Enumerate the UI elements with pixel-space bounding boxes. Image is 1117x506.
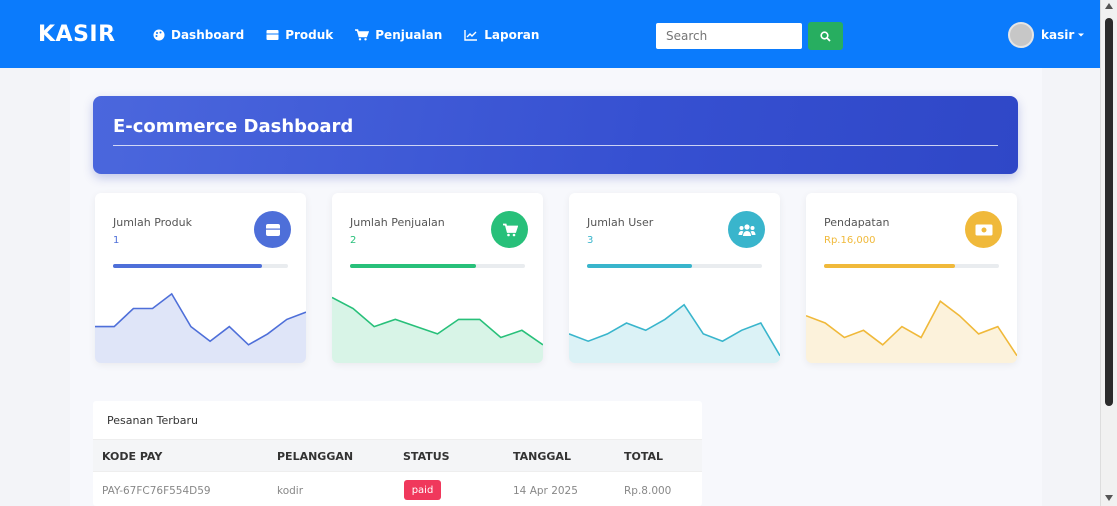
- stat-label: Jumlah User: [587, 216, 654, 229]
- palette-icon: [153, 29, 165, 41]
- cart-icon: [355, 29, 370, 41]
- nav-dashboard[interactable]: Dashboard: [153, 28, 244, 42]
- money-icon: [965, 211, 1002, 248]
- sparkline-area: [569, 304, 780, 363]
- recent-orders-table: Pesanan Terbaru KODE PAY PELANGGAN STATU…: [93, 401, 702, 506]
- user-menu[interactable]: kasir: [1008, 22, 1085, 48]
- scrollbar[interactable]: [1100, 0, 1117, 506]
- cell-total: Rp.8.000: [624, 485, 672, 497]
- progress-track: [587, 264, 762, 268]
- nav-produk-label: Produk: [285, 28, 334, 42]
- cell-kode-pay: PAY-67FC76F554D59: [102, 485, 211, 497]
- brand-logo[interactable]: KASIR: [38, 22, 116, 47]
- column-header: TANGGAL: [513, 450, 571, 463]
- nav-dashboard-label: Dashboard: [171, 28, 245, 42]
- column-header: STATUS: [403, 450, 450, 463]
- stat-value: Rp.16,000: [824, 235, 876, 246]
- navbar: KASIR Dashboard Produk Penjualan Laporan…: [0, 0, 1100, 68]
- page-title: E-commerce Dashboard: [113, 116, 354, 137]
- table-header-row: KODE PAY PELANGGAN STATUS TANGGAL TOTAL: [93, 439, 702, 472]
- progress-track: [824, 264, 999, 268]
- stat-value: 3: [587, 235, 594, 246]
- scroll-down-arrow-icon[interactable]: [1105, 495, 1113, 501]
- stat-card-penjualan: Jumlah Penjualan 2: [332, 193, 543, 363]
- progress-track: [350, 264, 525, 268]
- status-badge: paid: [404, 480, 441, 500]
- progress-bar: [350, 264, 476, 268]
- scroll-thumb[interactable]: [1105, 18, 1113, 406]
- sparkline-chart: [569, 303, 780, 363]
- column-header: KODE PAY: [102, 450, 163, 463]
- nav-penjualan[interactable]: Penjualan: [355, 28, 442, 42]
- stat-label: Pendapatan: [824, 216, 890, 229]
- nav-penjualan-label: Penjualan: [375, 28, 443, 42]
- nav-produk[interactable]: Produk: [266, 28, 333, 42]
- stat-card-produk: Jumlah Produk 1: [95, 193, 306, 363]
- header-divider: [113, 145, 998, 146]
- box-icon: [254, 211, 291, 248]
- users-icon: [728, 211, 765, 248]
- progress-bar: [587, 264, 692, 268]
- progress-bar: [113, 264, 262, 268]
- sparkline-chart: [332, 296, 543, 363]
- chart-line-icon: [464, 30, 478, 41]
- sparkline-chart: [806, 299, 1017, 363]
- search-input[interactable]: [656, 23, 802, 49]
- progress-track: [113, 264, 288, 268]
- search-icon: [820, 30, 831, 42]
- nav-laporan[interactable]: Laporan: [464, 28, 539, 42]
- sparkline-chart: [95, 292, 306, 363]
- stat-value: 2: [350, 235, 357, 246]
- table-title: Pesanan Terbaru: [107, 414, 199, 427]
- box-icon: [266, 30, 279, 40]
- cell-pelanggan: kodir: [277, 485, 304, 497]
- column-header: TOTAL: [624, 450, 664, 463]
- user-name: kasir: [1041, 28, 1075, 42]
- main-nav: Dashboard Produk Penjualan Laporan: [153, 28, 561, 42]
- column-header: PELANGGAN: [277, 450, 354, 463]
- search-button[interactable]: [808, 22, 843, 50]
- sparkline-area: [332, 297, 543, 363]
- scroll-up-arrow-icon[interactable]: [1105, 3, 1113, 9]
- progress-bar: [824, 264, 956, 268]
- cart-icon: [491, 211, 528, 248]
- dashboard-header: E-commerce Dashboard: [93, 96, 1018, 174]
- cell-tanggal: 14 Apr 2025: [513, 485, 578, 497]
- stat-label: Jumlah Produk: [113, 216, 192, 229]
- nav-laporan-label: Laporan: [484, 28, 540, 42]
- caret-down-icon: [1078, 33, 1085, 37]
- stat-value: 1: [113, 235, 120, 246]
- stat-card-user: Jumlah User 3: [569, 193, 780, 363]
- stat-card-pendapatan: Pendapatan Rp.16,000: [806, 193, 1017, 363]
- avatar: [1008, 22, 1034, 48]
- stat-label: Jumlah Penjualan: [350, 216, 445, 229]
